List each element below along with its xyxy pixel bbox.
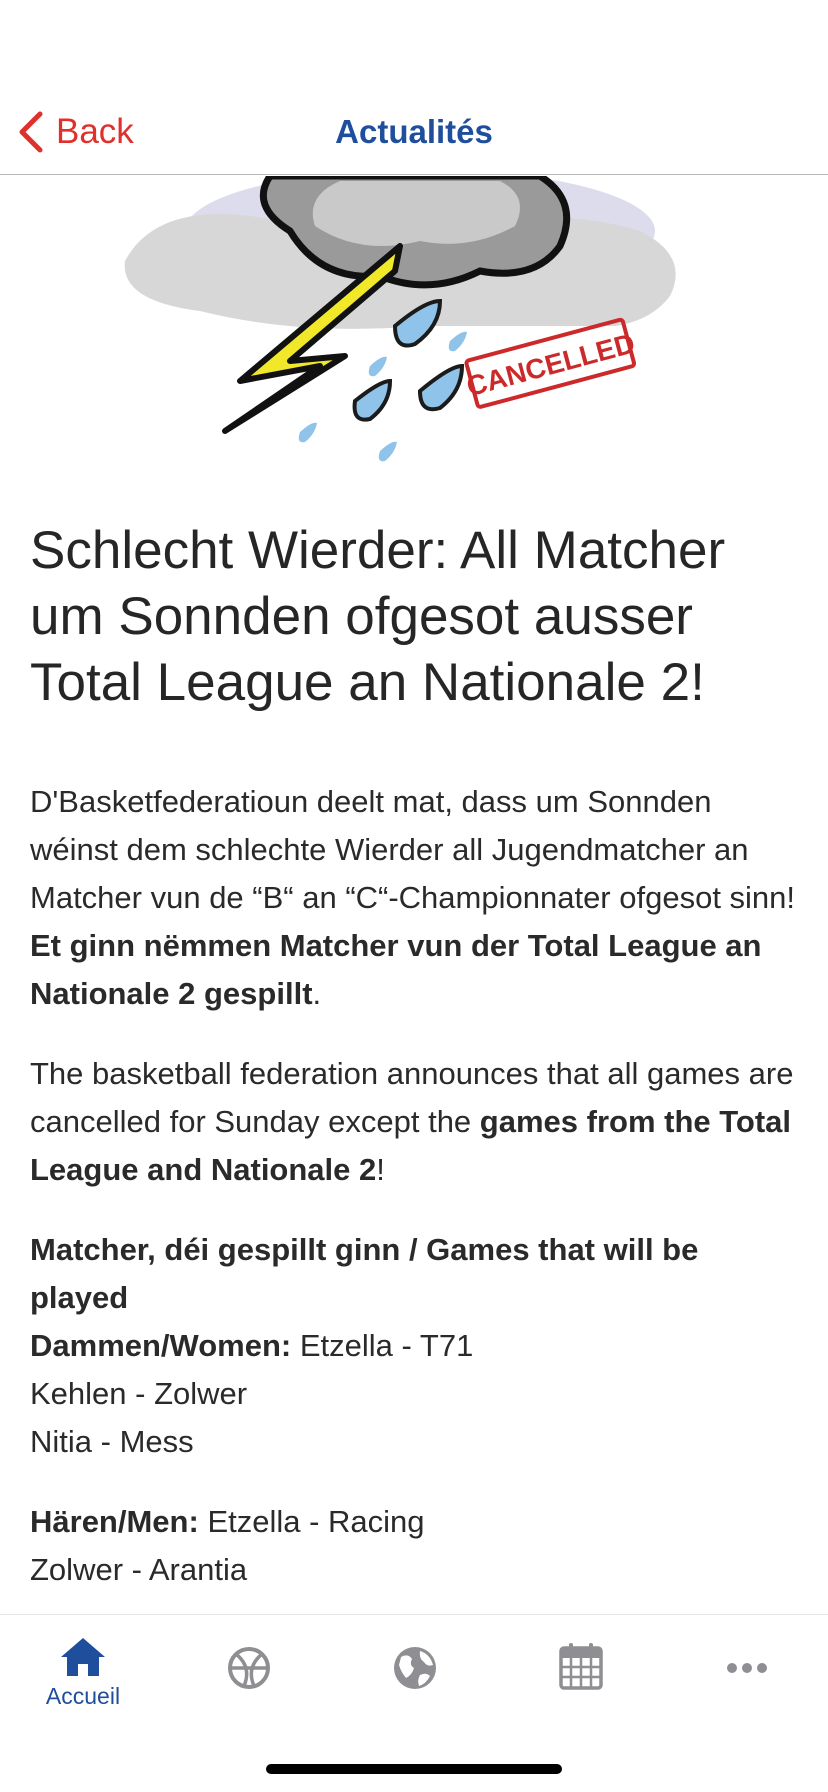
paragraph-luxembourgish: D'Basketfederatioun deelt mat, dass um S… — [30, 778, 800, 1018]
tab-calendar[interactable] — [498, 1635, 664, 1725]
tab-world[interactable] — [332, 1635, 498, 1725]
calendar-icon — [559, 1643, 603, 1690]
p1-text: D'Basketfederatioun deelt mat, dass um S… — [30, 784, 796, 915]
article-body: D'Basketfederatioun deelt mat, dass um S… — [30, 778, 800, 1594]
basketball-icon — [228, 1647, 270, 1689]
more-icon — [727, 1663, 767, 1673]
storm-cloud-cancelled-image: CANCELLED — [124, 176, 676, 462]
navigation-bar: Back Actualités — [0, 0, 828, 175]
home-icon — [61, 1638, 105, 1676]
tab-accueil[interactable]: Accueil — [0, 1635, 166, 1725]
article-scroll-view[interactable]: CANCELLED Schlecht Wierder: All Matcher … — [0, 176, 828, 1614]
women-label: Dammen/Women: — [30, 1328, 292, 1363]
game-item: Nitia - Mess — [30, 1424, 194, 1459]
game-item: Etzella - T71 — [299, 1328, 474, 1363]
globe-icon — [394, 1647, 436, 1689]
games-women-section: Matcher, déi gespillt ginn / Games that … — [30, 1226, 800, 1466]
game-item: Zolwer - Arantia — [30, 1552, 248, 1587]
tab-more[interactable] — [664, 1635, 828, 1725]
men-label: Hären/Men: — [30, 1504, 199, 1539]
paragraph-english: The basketball federation announces that… — [30, 1050, 800, 1194]
p1-end: . — [312, 976, 322, 1011]
home-indicator — [266, 1764, 562, 1774]
game-item: Etzella - Racing — [207, 1504, 425, 1539]
games-men-section: Hären/Men: Etzella - Racing Zolwer - Ara… — [30, 1498, 800, 1594]
tab-label: Accueil — [45, 1683, 121, 1709]
article-headline: Schlecht Wierder: All Matcher um Sonnden… — [30, 521, 726, 712]
page-title: Actualités — [335, 113, 493, 150]
p1-bold: Et ginn nëmmen Matcher vun der Total Lea… — [30, 928, 762, 1011]
article: Schlecht Wierder: All Matcher um Sonnden… — [30, 518, 800, 1594]
p2-end: ! — [376, 1152, 385, 1187]
tab-basketball[interactable] — [166, 1635, 332, 1725]
game-item: Kehlen - Zolwer — [30, 1376, 248, 1411]
games-heading: Matcher, déi gespillt ginn / Games that … — [30, 1232, 699, 1315]
